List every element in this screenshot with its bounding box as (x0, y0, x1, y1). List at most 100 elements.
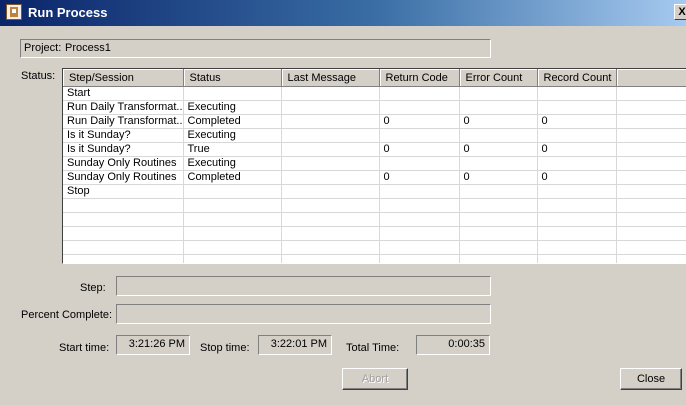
table-row[interactable]: Start (63, 86, 686, 101)
column-header[interactable]: Last Message (281, 69, 380, 87)
column-header[interactable]: Return Code (379, 69, 460, 87)
table-cell (459, 128, 538, 143)
table-cell (616, 156, 686, 171)
table-row[interactable] (63, 212, 686, 227)
table-row[interactable]: Sunday Only Routines Completed 0 0 0 (63, 170, 686, 185)
table-cell (537, 86, 617, 101)
table-cell (459, 226, 538, 241)
process-icon (6, 4, 22, 20)
run-process-window: Run Process X Project: Process1 Status: … (0, 0, 686, 405)
table-cell (379, 226, 460, 241)
table-cell (616, 212, 686, 227)
table-cell: Run Daily Transformat... (63, 114, 184, 129)
table-cell (616, 128, 686, 143)
table-cell: Sunday Only Routines (63, 170, 184, 185)
table-cell (537, 100, 617, 115)
project-value: Process1 (65, 42, 111, 54)
table-cell: Is it Sunday? (63, 142, 184, 157)
table-cell (379, 254, 460, 263)
table-cell: 0 (537, 142, 617, 157)
close-window-button[interactable]: X (674, 4, 686, 20)
table-cell: 0 (379, 114, 460, 129)
step-label: Step: (80, 282, 106, 294)
table-cell (459, 100, 538, 115)
grid-header-row: Step/Session Status Last Message Return Cod… (63, 69, 686, 87)
table-cell (616, 198, 686, 213)
table-cell (537, 212, 617, 227)
table-cell (379, 240, 460, 255)
close-button[interactable]: Close (620, 368, 682, 390)
table-row[interactable]: Sunday Only Routines Executing (63, 156, 686, 171)
table-cell: Stop (63, 184, 184, 199)
status-grid[interactable]: Step/Session Status Last Message Return Cod… (62, 68, 686, 264)
table-cell (459, 254, 538, 263)
table-cell (537, 156, 617, 171)
table-cell (379, 156, 460, 171)
table-row[interactable]: Is it Sunday? Executing (63, 128, 686, 143)
table-cell: Executing (183, 100, 282, 115)
column-header[interactable]: Record Count (537, 69, 617, 87)
table-cell (281, 198, 380, 213)
table-row[interactable]: Run Daily Transformat... Executing (63, 100, 686, 115)
table-cell (63, 254, 184, 263)
start-time-label: Start time: (59, 342, 110, 354)
table-cell (183, 240, 282, 255)
table-row[interactable]: Run Daily Transformat... Completed 0 0 0 (63, 114, 686, 129)
column-header[interactable]: Status (183, 69, 282, 87)
step-field (116, 276, 491, 296)
table-cell (459, 212, 538, 227)
grid-body: Start Run Daily Transformat... Executing Ru… (63, 86, 686, 263)
title-bar[interactable]: Run Process X (0, 0, 686, 26)
table-cell (281, 128, 380, 143)
table-cell (63, 212, 184, 227)
table-cell (63, 240, 184, 255)
table-cell (616, 114, 686, 129)
table-row[interactable]: Is it Sunday? True 0 0 0 (63, 142, 686, 157)
table-row[interactable] (63, 226, 686, 241)
table-row[interactable]: Stop (63, 184, 686, 199)
stop-time-value: 3:22:01 PM (258, 335, 332, 355)
table-cell (281, 114, 380, 129)
table-cell: Executing (183, 128, 282, 143)
table-row[interactable] (63, 254, 686, 263)
window-title: Run Process (28, 5, 108, 20)
table-cell: True (183, 142, 282, 157)
table-cell (537, 254, 617, 263)
table-cell: Run Daily Transformat... (63, 100, 184, 115)
column-header[interactable]: Error Count (459, 69, 538, 87)
table-cell (616, 226, 686, 241)
percent-complete-label: Percent Complete: (21, 309, 113, 321)
table-cell (183, 254, 282, 263)
table-row[interactable] (63, 198, 686, 213)
project-label: Project: (24, 42, 62, 54)
table-cell: 0 (459, 142, 538, 157)
table-cell: Start (63, 86, 184, 101)
table-cell: 0 (537, 170, 617, 185)
table-cell (459, 86, 538, 101)
total-time-value: 0:00:35 (416, 335, 490, 355)
stop-time-label: Stop time: (200, 342, 250, 354)
abort-button[interactable]: Abort (342, 368, 408, 390)
table-cell (281, 156, 380, 171)
table-cell (281, 240, 380, 255)
table-cell (183, 226, 282, 241)
table-cell (183, 184, 282, 199)
table-cell (616, 142, 686, 157)
table-cell: Is it Sunday? (63, 128, 184, 143)
table-cell: Completed (183, 114, 282, 129)
table-cell: Executing (183, 156, 282, 171)
table-row[interactable] (63, 240, 686, 255)
table-cell: 0 (379, 142, 460, 157)
table-cell: 0 (459, 170, 538, 185)
column-header[interactable] (616, 69, 686, 87)
column-header[interactable]: Step/Session (63, 69, 184, 87)
table-cell (379, 86, 460, 101)
table-cell (183, 212, 282, 227)
table-cell (459, 156, 538, 171)
table-cell (616, 100, 686, 115)
table-cell (281, 86, 380, 101)
table-cell (616, 170, 686, 185)
table-cell (379, 198, 460, 213)
table-cell (379, 128, 460, 143)
table-cell (281, 184, 380, 199)
